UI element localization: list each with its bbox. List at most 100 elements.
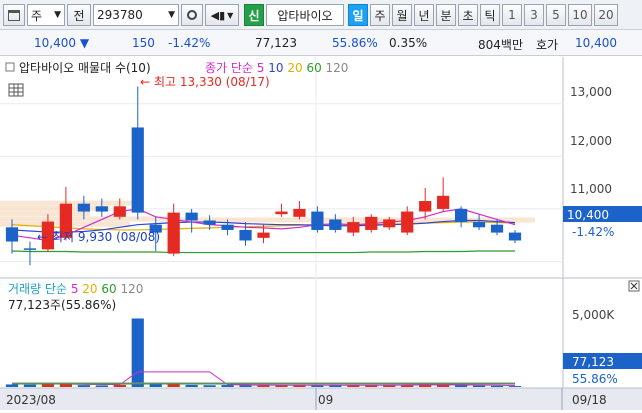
stock-name-label: 압타바이오 (277, 8, 333, 23)
period-label: 월 (396, 8, 408, 23)
quote-price: 10,400 (575, 36, 617, 50)
period-button-1[interactable]: 주 (370, 4, 390, 26)
stock-code-value: 293780 (97, 8, 143, 22)
period-label: 초 (462, 8, 474, 23)
interval-label: 3 (530, 8, 538, 22)
shin-label: 신 (248, 8, 260, 23)
stock-name: 압타바이오 (266, 4, 344, 26)
speaker-icon: ◀▮ (210, 8, 226, 22)
period-label: 일 (352, 8, 364, 23)
period-button-0[interactable]: 일 (348, 4, 368, 26)
interval-label: 20 (598, 8, 614, 22)
search-button[interactable] (181, 4, 203, 26)
volume-ratio: 55.86% (332, 36, 378, 50)
market-select[interactable]: 주 ▼ (27, 4, 65, 26)
period-label: 틱 (484, 8, 496, 23)
y-tick: 11,000 (570, 182, 612, 196)
legend-period: 120 (326, 61, 349, 75)
volume-bar (508, 386, 522, 387)
candle-body (131, 127, 144, 213)
legend-period: 60 (306, 61, 325, 75)
candle-body (419, 201, 432, 212)
legend-period: 120 (120, 282, 143, 296)
candle-body (311, 211, 324, 230)
current-price-tag-label: 10,400 (567, 208, 609, 222)
current-volume-tag-label: 77,123 (572, 355, 614, 369)
candle-body (203, 220, 216, 225)
candle-body (185, 212, 198, 221)
interval-label: 5 (552, 8, 560, 22)
volume-bar (454, 385, 468, 387)
change-value: 150 (132, 36, 155, 50)
vol-y-tick: 5,000K (572, 308, 615, 322)
prev-label: 전 (73, 8, 85, 23)
interval-label: 10 (572, 8, 588, 22)
volume-bar (95, 385, 108, 387)
period-label: 년 (418, 8, 430, 23)
period-button-5[interactable]: 초 (458, 4, 478, 26)
high-arrow-icon: ← (140, 75, 150, 89)
legend-period: 10 (268, 61, 287, 75)
interval-button-1[interactable]: 1 (502, 4, 522, 26)
candle-body (329, 219, 342, 230)
candle-body (257, 232, 270, 238)
volume-bar (167, 384, 180, 387)
chart-area[interactable]: 압타바이오 매물대 수(10) 종가 단순 5 10 20 60 120 ← 최… (0, 57, 642, 410)
candle-body (5, 227, 19, 242)
low-annotation: ← 최저 9,930 (08/08) (37, 230, 160, 244)
x-label: 09/18 (572, 393, 607, 407)
candle-body (472, 222, 486, 228)
high-note: 최고 13,330 (08/17) (154, 75, 270, 89)
volume-bar (131, 318, 144, 387)
stock-chart[interactable]: 압타바이오 매물대 수(10) 종가 단순 5 10 20 60 120 ← 최… (0, 57, 642, 410)
interval-button-10[interactable]: 10 (568, 4, 592, 26)
legend-period: 20 (82, 282, 101, 296)
volume-bar (203, 385, 216, 387)
period-label: 분 (440, 8, 452, 23)
chevron-down-icon: ▼ (227, 10, 234, 20)
shin-button[interactable]: 신 (244, 4, 264, 26)
candle-body (95, 206, 108, 212)
period-button-6[interactable]: 틱 (480, 4, 500, 26)
close-panel-icon[interactable] (628, 280, 640, 292)
prev-button[interactable]: 전 (67, 4, 91, 26)
grid-icon[interactable] (8, 83, 24, 97)
candle-body (221, 224, 234, 230)
legend-period: 20 (287, 61, 306, 75)
low-note: 최저 9,930 (08/08) (52, 230, 160, 244)
volume-bar (221, 385, 234, 387)
toolbar: 주 ▼ 전 293780 ▼ ◀▮ ▼ 신 압타바이오 일주월년분초틱 1351… (0, 0, 642, 30)
price-panel-bg (0, 57, 642, 278)
candle-body (365, 216, 378, 230)
stock-code-input[interactable]: 293780 ▼ (93, 4, 179, 26)
volume-bar (5, 384, 19, 387)
period-button-4[interactable]: 분 (436, 4, 456, 26)
legend-label: 거래량 단순 (8, 282, 71, 296)
candle-body (23, 248, 37, 250)
current-price: 10,400 ▼ (34, 36, 90, 50)
candle-body (293, 208, 306, 217)
interval-button-20[interactable]: 20 (594, 4, 618, 26)
candle-body (167, 212, 180, 254)
volume-bar (185, 384, 198, 387)
legend-label: 종가 단순 (205, 61, 257, 75)
interval-button-5[interactable]: 5 (546, 4, 566, 26)
candle-body (490, 224, 504, 233)
legend-period: 60 (101, 282, 120, 296)
period-button-3[interactable]: 년 (414, 4, 434, 26)
candle-body (347, 222, 360, 233)
chevron-down-icon: ▼ (168, 10, 175, 20)
interval-button-3[interactable]: 3 (524, 4, 544, 26)
ma-legend: 종가 단순 5 10 20 60 120 (205, 61, 348, 75)
volume-bar (23, 384, 37, 387)
window-icon[interactable] (3, 4, 25, 26)
search-icon (187, 10, 197, 20)
period-button-2[interactable]: 월 (392, 4, 412, 26)
candle-body (508, 232, 522, 241)
candle-body (401, 211, 414, 233)
volume-bar (113, 384, 126, 387)
down-arrow-icon: ▼ (79, 36, 90, 50)
sound-button[interactable]: ◀▮ ▼ (205, 4, 239, 26)
current-volume-pct: 55.86% (572, 372, 618, 386)
trade-amount: 804백만 (478, 38, 523, 52)
